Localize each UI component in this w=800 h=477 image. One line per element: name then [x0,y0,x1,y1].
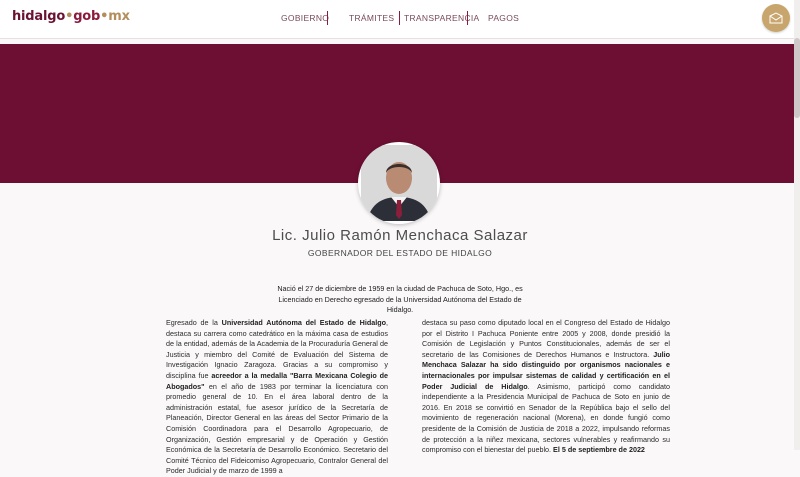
main-nav: GOBIERNO TRÁMITES TRANSPARENCIA PAGOS [0,11,800,27]
bio-text: Egresado de la [166,318,222,327]
portrait-photo [361,145,437,221]
nav-item-gobierno[interactable]: GOBIERNO [281,11,329,25]
bio-column-right: destaca su paso como diputado local en e… [422,318,670,456]
nav-divider [399,11,400,25]
bio-text: . Asimismo, participó como candidato ind… [422,381,670,455]
top-header: hidalgo•gob•mx GOBIERNO TRÁMITES TRANSPA… [0,0,800,39]
nav-item-tramites[interactable]: TRÁMITES [349,11,394,25]
governor-portrait [358,142,440,224]
nav-divider [467,11,468,25]
bio-highlight: Universidad Autónoma del Estado de Hidal… [221,318,386,327]
bio-text: en el año de 1983 por terminar la licenc… [166,381,388,476]
governor-role: GOBERNADOR DEL ESTADO DE HIDALGO [307,248,493,258]
mail-button[interactable] [762,4,790,32]
nav-item-pagos[interactable]: PAGOS [488,11,519,25]
envelope-icon [769,12,783,24]
scrollbar-thumb[interactable] [794,38,800,118]
intro-paragraph: Nació el 27 de diciembre de 1959 en la c… [277,284,523,314]
governor-name: Lic. Julio Ramón Menchaca Salazar [272,227,528,244]
nav-item-transparencia[interactable]: TRANSPARENCIA [404,11,480,25]
bio-text: destaca su paso como diputado local en e… [422,318,670,359]
bio-column-left: Egresado de la Universidad Autónoma del … [166,318,388,477]
nav-divider [327,11,328,25]
